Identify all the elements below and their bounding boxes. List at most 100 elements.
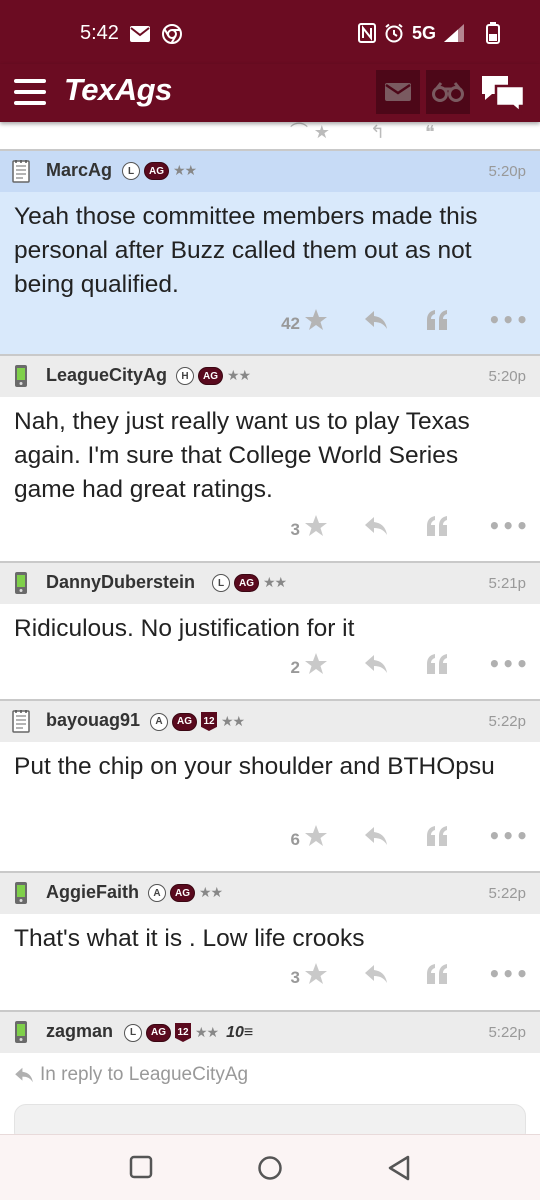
badge-ag: AG xyxy=(198,367,223,385)
post-actions: 2 ••• xyxy=(0,640,540,700)
badge-l: L xyxy=(124,1023,142,1042)
badge-h: H xyxy=(176,367,194,385)
like-count: 6 xyxy=(290,830,300,849)
star-rating: ★★ xyxy=(221,713,245,730)
previous-post-actions: ⌒ ★ ↰ ❝ xyxy=(0,122,540,150)
post: MarcAg L AG ★★ 5:20p Yeah those committe… xyxy=(0,150,540,355)
mail-icon xyxy=(130,26,150,42)
post-username[interactable]: AggieFaith xyxy=(46,882,139,903)
post: AggieFaith A AG ★★ 5:22p That's what it … xyxy=(0,872,540,1011)
post-header: bayouag91 A AG 12 ★★ 5:22p xyxy=(0,700,540,742)
post-time[interactable]: 5:22p xyxy=(488,1024,526,1041)
post-username[interactable]: bayouag91 xyxy=(46,710,140,731)
network-type: 5G xyxy=(411,22,436,43)
site-logo[interactable]: TexAgs xyxy=(64,72,172,108)
post-body: Ridiculous. No justification for it xyxy=(14,615,355,642)
quote-icon[interactable] xyxy=(426,515,448,537)
badge-12th-man: 12 xyxy=(175,1023,191,1042)
badge-l: L xyxy=(122,162,140,180)
star-icon[interactable] xyxy=(304,308,328,332)
more-options-icon[interactable]: ••• xyxy=(488,824,529,848)
star-icon[interactable] xyxy=(304,962,328,986)
post-time[interactable]: 5:21p xyxy=(488,575,526,592)
more-options-icon[interactable]: ••• xyxy=(488,962,529,986)
star-rating: ★★ xyxy=(199,885,223,901)
post: bayouag91 A AG 12 ★★ 5:22p Put the chip … xyxy=(0,700,540,872)
post-time[interactable]: 5:20p xyxy=(488,368,526,385)
more-options-icon[interactable]: ••• xyxy=(488,514,529,538)
post-body: Nah, they just really want us to play Te… xyxy=(14,408,470,503)
post-actions: 6 ••• xyxy=(0,812,540,872)
badge-ag: AG xyxy=(170,884,195,902)
like-count: 3 xyxy=(290,968,300,987)
post-username[interactable]: zagman xyxy=(46,1021,113,1042)
recents-square-icon[interactable] xyxy=(129,1155,153,1179)
reply-icon[interactable] xyxy=(364,964,388,984)
messages-button[interactable] xyxy=(376,70,420,114)
post-header: zagman L AG 12 ★★ 10≡ 5:22p xyxy=(0,1011,540,1053)
reply-icon[interactable] xyxy=(364,826,388,846)
post-username[interactable]: DannyDuberstein xyxy=(46,572,195,593)
post-time[interactable]: 5:22p xyxy=(488,713,526,730)
post-actions: 3 ••• xyxy=(0,502,540,562)
post-header: LeagueCityAg H AG ★★ 5:20p xyxy=(0,355,540,397)
reply-icon[interactable] xyxy=(364,310,388,330)
post-actions: 3 ••• xyxy=(0,950,540,1010)
post-time[interactable]: 5:22p xyxy=(488,885,526,902)
home-circle-icon[interactable] xyxy=(257,1155,283,1181)
post-feed[interactable]: ⌒ ★ ↰ ❝ MarcAg L AG ★★ 5:20p Yeah those … xyxy=(0,122,540,1134)
menu-icon[interactable] xyxy=(14,79,46,105)
more-options-icon[interactable]: ••• xyxy=(488,308,529,332)
post-header: MarcAg L AG ★★ 5:20p xyxy=(0,150,540,192)
post-body: Yeah those committee members made this p… xyxy=(14,203,478,298)
phone-icon xyxy=(15,365,27,387)
star-rating: ★★ xyxy=(227,368,251,384)
badge-ag: AG xyxy=(234,574,259,592)
app-header: TexAgs xyxy=(0,64,540,122)
like-count: 42 xyxy=(281,314,300,333)
reply-icon xyxy=(15,1067,33,1083)
more-options-icon[interactable]: ••• xyxy=(488,652,529,676)
reply-icon[interactable] xyxy=(364,516,388,536)
notepad-icon xyxy=(12,710,30,733)
nfc-icon xyxy=(357,23,376,43)
post-header: AggieFaith A AG ★★ 5:22p xyxy=(0,872,540,914)
post: LeagueCityAg H AG ★★ 5:20p Nah, they jus… xyxy=(0,355,540,562)
post: DannyDuberstein L AG ★★ 5:21p Ridiculous… xyxy=(0,562,540,700)
post-body: That's what it is . Low life crooks xyxy=(14,925,365,952)
system-nav-bar xyxy=(0,1134,540,1200)
battery-icon xyxy=(486,22,500,44)
badge-ag: AG xyxy=(172,712,197,731)
phone-icon xyxy=(15,882,27,904)
quote-icon[interactable] xyxy=(426,309,448,331)
chat-icon[interactable] xyxy=(480,72,526,114)
post-actions: 42 ••• xyxy=(0,296,540,356)
badge-10-label: 10 xyxy=(226,1023,244,1041)
star-icon[interactable] xyxy=(304,824,328,848)
status-time: 5:42 xyxy=(80,22,119,44)
badge-ag: AG xyxy=(146,1023,171,1042)
in-reply-to-link[interactable]: In reply to LeagueCityAg xyxy=(14,1064,248,1086)
post-header: DannyDuberstein L AG ★★ 5:21p xyxy=(0,562,540,604)
post-username[interactable]: LeagueCityAg xyxy=(46,365,167,386)
quote-icon[interactable] xyxy=(426,825,448,847)
badge-a: A xyxy=(150,712,168,731)
mail-icon xyxy=(385,83,411,101)
quote-icon[interactable] xyxy=(426,963,448,985)
phone-icon xyxy=(15,572,27,594)
like-count: 3 xyxy=(290,520,300,539)
star-rating: ★★ xyxy=(173,163,197,179)
badge-a: A xyxy=(148,884,166,902)
post-time[interactable]: 5:20p xyxy=(488,163,526,180)
back-triangle-icon[interactable] xyxy=(387,1155,411,1181)
star-icon[interactable] xyxy=(304,652,328,676)
previous-post-action-strip: ⌒ ★ ↰ ❝ xyxy=(290,122,435,143)
star-icon[interactable] xyxy=(304,514,328,538)
alarm-icon xyxy=(385,23,403,43)
phone-icon xyxy=(15,1021,27,1043)
badge-ag: AG xyxy=(144,162,169,180)
reply-icon[interactable] xyxy=(364,654,388,674)
post-username[interactable]: MarcAg xyxy=(46,160,112,181)
quote-icon[interactable] xyxy=(426,653,448,675)
watch-button[interactable] xyxy=(426,70,470,114)
